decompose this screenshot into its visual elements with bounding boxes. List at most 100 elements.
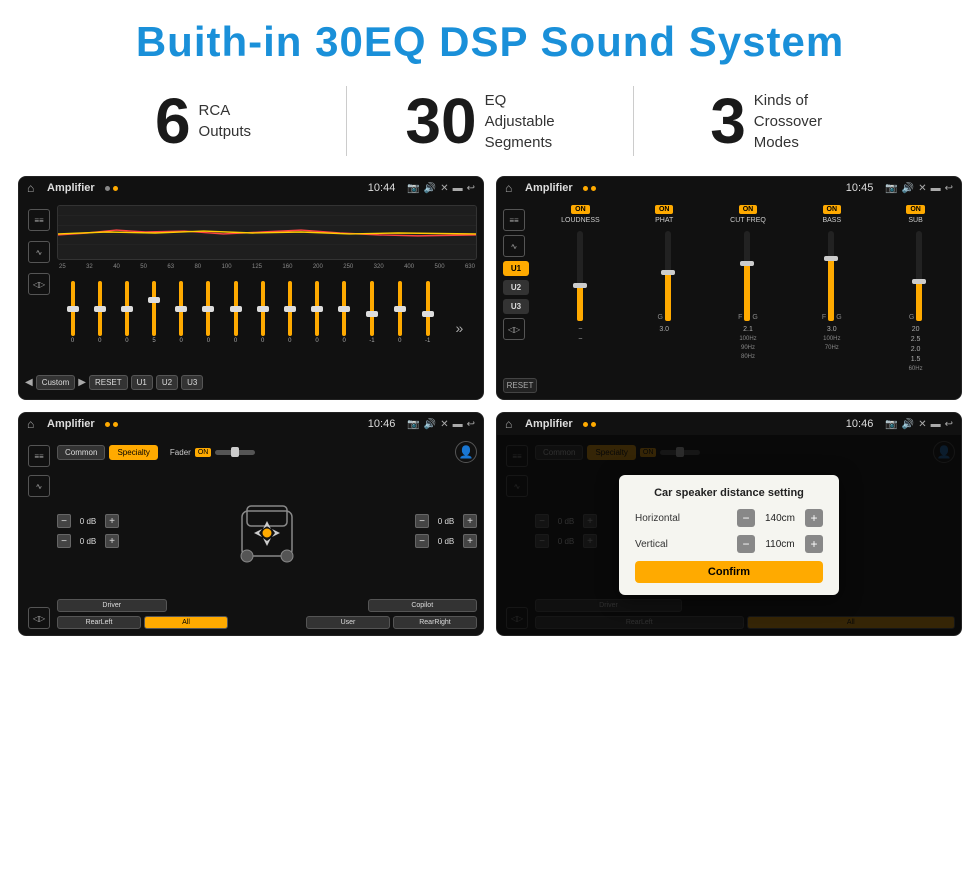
- back-icon-2[interactable]: ↩: [945, 183, 953, 194]
- db-plus-rl[interactable]: +: [105, 534, 119, 548]
- eq-slider-9[interactable]: 0: [315, 281, 319, 344]
- sp-tune-icon[interactable]: ≡≡: [28, 445, 50, 467]
- eq-slider-13[interactable]: -1: [425, 281, 430, 344]
- eq-tune-icon[interactable]: ≡≡: [28, 209, 50, 231]
- eq-slider-0[interactable]: 0: [71, 281, 75, 344]
- eq-prev-btn[interactable]: ◀: [25, 377, 33, 388]
- eq-slider-11[interactable]: -1: [369, 281, 374, 344]
- dot2b: [591, 186, 596, 191]
- status-bar-2: ⌂ Amplifier 10:45 📷 🔊 ✕ ▬ ↩: [497, 177, 961, 199]
- db-plus-fl[interactable]: +: [105, 514, 119, 528]
- dialog-overlay: Car speaker distance setting Horizontal …: [497, 435, 961, 635]
- status-bar-1: ⌂ Amplifier 10:44 📷 🔊 ✕ ▬ ↩: [19, 177, 483, 199]
- sp-copilot-btn[interactable]: Copilot: [368, 599, 478, 612]
- eq-slider-12[interactable]: 0: [398, 281, 402, 344]
- status-bar-3: ⌂ Amplifier 10:46 📷 🔊 ✕ ▬ ↩: [19, 413, 483, 435]
- eq-slider-5[interactable]: 0: [206, 281, 210, 344]
- eq-slider-7[interactable]: 0: [261, 281, 265, 344]
- feature-rca-number: 6: [155, 89, 191, 153]
- tab-specialty[interactable]: Specialty: [109, 445, 157, 460]
- eq-u3-btn[interactable]: U3: [181, 375, 203, 390]
- db-minus-fr[interactable]: −: [415, 514, 429, 528]
- status-dots-3: [105, 422, 118, 427]
- db-minus-fl[interactable]: −: [57, 514, 71, 528]
- crossover-main: ON LOUDNESS ~ ~ ON: [541, 205, 955, 393]
- eq-slider-6[interactable]: 0: [234, 281, 238, 344]
- u3-btn[interactable]: U3: [503, 299, 529, 314]
- loudness-slider-l[interactable]: [577, 231, 583, 321]
- bass-slider[interactable]: [828, 231, 834, 321]
- dot2a: [583, 186, 588, 191]
- eq-u2-btn[interactable]: U2: [156, 375, 178, 390]
- camera-icon-3: 📷: [407, 419, 419, 430]
- horizontal-minus-btn[interactable]: −: [737, 509, 755, 527]
- ch-sub: ON SUB G 20 2.5 2.0 1.5: [876, 205, 955, 393]
- sp-driver-btn[interactable]: Driver: [57, 599, 167, 612]
- left-db-controls: − 0 dB + − 0 dB +: [57, 514, 119, 548]
- home-icon-1[interactable]: ⌂: [27, 181, 41, 195]
- eq-slider-1[interactable]: 0: [98, 281, 102, 344]
- home-icon-2[interactable]: ⌂: [505, 181, 519, 195]
- sp-rearright-btn[interactable]: RearRight: [393, 616, 477, 629]
- eq-wave-icon[interactable]: ∿: [28, 241, 50, 263]
- sp-user-btn[interactable]: User: [306, 616, 390, 629]
- eq-reset-btn[interactable]: RESET: [89, 375, 128, 390]
- u1-btn[interactable]: U1: [503, 261, 529, 276]
- eq-slider-3[interactable]: 5: [152, 281, 156, 344]
- screen3-time: 10:46: [368, 418, 396, 430]
- vertical-label: Vertical: [635, 539, 668, 550]
- status-dots-2: [583, 186, 596, 191]
- db-plus-rr[interactable]: +: [463, 534, 477, 548]
- feature-eq-number: 30: [405, 89, 476, 153]
- eq-next-btn[interactable]: ▶: [78, 377, 86, 388]
- back-icon-1[interactable]: ↩: [467, 183, 475, 194]
- eq-slider-2[interactable]: 0: [125, 281, 129, 344]
- u2-btn[interactable]: U2: [503, 280, 529, 295]
- cutfreq-slider[interactable]: [744, 231, 750, 321]
- db-val-fl: 0 dB: [74, 517, 102, 526]
- crossover-wave-icon[interactable]: ∿: [503, 235, 525, 257]
- eq-slider-8[interactable]: 0: [288, 281, 292, 344]
- vertical-minus-btn[interactable]: −: [737, 535, 755, 553]
- eq-slider-10[interactable]: 0: [342, 281, 346, 344]
- eq-vol-icon[interactable]: ◁▷: [28, 273, 50, 295]
- vertical-value: 110cm: [760, 539, 800, 550]
- close-icon-3: ✕: [440, 419, 448, 430]
- screen-speaker-content: ≡≡ ∿ ◁▷ Common Specialty Fader ON 👤: [19, 435, 483, 635]
- db-minus-rr[interactable]: −: [415, 534, 429, 548]
- crossover-vol-icon[interactable]: ◁▷: [503, 318, 525, 340]
- battery-icon-2: ▬: [931, 183, 941, 194]
- db-minus-rl[interactable]: −: [57, 534, 71, 548]
- fader-slider[interactable]: [215, 450, 255, 455]
- back-icon-4[interactable]: ↩: [945, 419, 953, 430]
- sp-wave-icon[interactable]: ∿: [28, 475, 50, 497]
- eq-u1-btn[interactable]: U1: [131, 375, 153, 390]
- horizontal-plus-btn[interactable]: +: [805, 509, 823, 527]
- fader-on-badge[interactable]: ON: [195, 448, 212, 457]
- speaker-main-content: Common Specialty Fader ON 👤: [57, 441, 477, 629]
- home-icon-4[interactable]: ⌂: [505, 417, 519, 431]
- sp-rearleft-btn[interactable]: RearLeft: [57, 616, 141, 629]
- sp-all-btn[interactable]: All: [144, 616, 228, 629]
- sp-vol-icon[interactable]: ◁▷: [28, 607, 50, 629]
- eq-slider-4[interactable]: 0: [179, 281, 183, 344]
- freq-40: 40: [113, 264, 120, 270]
- home-icon-3[interactable]: ⌂: [27, 417, 41, 431]
- feature-crossover-number: 3: [710, 89, 746, 153]
- feature-crossover: 3 Kinds of Crossover Modes: [634, 89, 920, 153]
- status-bar-4: ⌂ Amplifier 10:46 📷 🔊 ✕ ▬ ↩: [497, 413, 961, 435]
- back-icon-3[interactable]: ↩: [467, 419, 475, 430]
- status-icons-2: 📷 🔊 ✕ ▬ ↩: [885, 183, 953, 194]
- confirm-button[interactable]: Confirm: [635, 561, 823, 583]
- eq-expand-icon[interactable]: »: [455, 320, 463, 336]
- vertical-plus-btn[interactable]: +: [805, 535, 823, 553]
- tab-common[interactable]: Common: [57, 445, 105, 460]
- crossover-tune-icon[interactable]: ≡≡: [503, 209, 525, 231]
- sub-slider[interactable]: [916, 231, 922, 321]
- eq-custom-btn[interactable]: Custom: [36, 375, 76, 390]
- reset-btn-side[interactable]: RESET: [503, 378, 537, 393]
- phat-slider[interactable]: [665, 231, 671, 321]
- right-db-controls: − 0 dB + − 0 dB +: [415, 514, 477, 548]
- feature-rca-text: RCA Outputs: [199, 100, 252, 142]
- db-plus-fr[interactable]: +: [463, 514, 477, 528]
